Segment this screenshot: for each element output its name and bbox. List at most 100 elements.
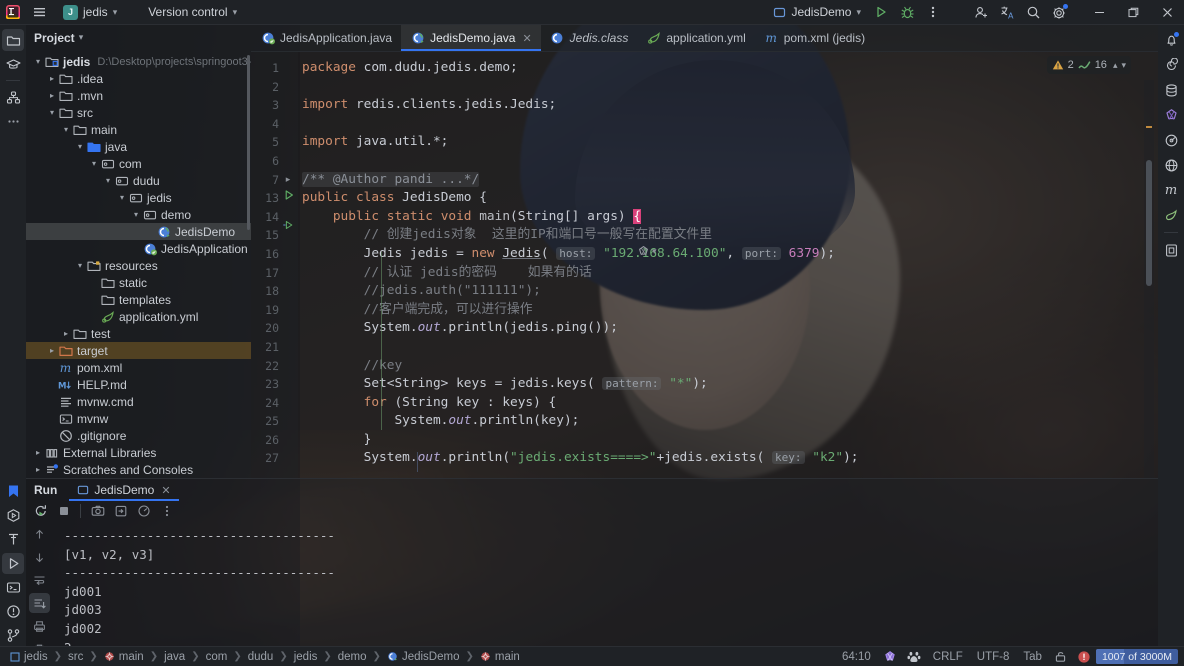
soft-wrap-button[interactable] <box>29 570 50 590</box>
baidu-icon[interactable] <box>902 648 926 666</box>
tree-node-application-yml[interactable]: application.yml <box>26 308 251 325</box>
tree-node-test[interactable]: ▸ test <box>26 325 251 342</box>
profiler-button[interactable] <box>133 501 154 521</box>
chevron-down-icon[interactable]: ▾ <box>130 210 142 219</box>
scroll-down-button[interactable] <box>29 547 50 567</box>
breadcrumb-item-main[interactable]: main <box>102 651 146 663</box>
run-button[interactable] <box>868 0 894 25</box>
project-selector[interactable]: J jedis ▾ <box>56 3 124 22</box>
close-button[interactable] <box>1150 0 1184 25</box>
editor-tab-pom-xml-jedis-[interactable]: m pom.xml (jedis) <box>755 25 874 51</box>
code-with-me-icon[interactable] <box>968 0 994 25</box>
code-line[interactable] <box>298 78 1158 97</box>
code-line[interactable]: System.out.println(key); <box>298 412 1158 431</box>
code-line[interactable] <box>298 152 1158 171</box>
line-separator[interactable]: CRLF <box>926 648 970 666</box>
tree-node--gitignore[interactable]: .gitignore <box>26 427 251 444</box>
chevron-right-icon[interactable]: ▸ <box>46 91 58 100</box>
structure-icon[interactable] <box>2 86 24 108</box>
print-button[interactable] <box>29 616 50 636</box>
tree-node-src[interactable]: ▾ src <box>26 104 251 121</box>
chevron-down-icon[interactable]: ▾ <box>46 108 58 117</box>
code-line[interactable]: import redis.clients.jedis.Jedis; <box>298 96 1158 115</box>
tree-node-com[interactable]: ▾ com <box>26 155 251 172</box>
tree-node-demo[interactable]: ▾ demo <box>26 206 251 223</box>
caret-position[interactable]: 64:10 <box>835 648 878 666</box>
breadcrumb-item-main[interactable]: main <box>478 651 522 663</box>
tree-node-jedisdemo[interactable]: JedisDemo <box>26 223 251 240</box>
chevron-right-icon[interactable]: ▸ <box>46 74 58 83</box>
code-line[interactable]: Jedis jedis = new Jedis( host: "192.168.… <box>298 245 1158 264</box>
file-encoding[interactable]: UTF-8 <box>970 648 1017 666</box>
tree-node-scratches-and-consoles[interactable]: ▸ Scratches and Consoles <box>26 461 251 478</box>
read-only-lock-icon[interactable] <box>1049 648 1072 666</box>
chevron-down-icon[interactable]: ▾ <box>32 57 44 66</box>
ai-assistant-icon[interactable] <box>1160 54 1182 76</box>
tree-node-dudu[interactable]: ▾ dudu <box>26 172 251 189</box>
tree-node-mvnw-cmd[interactable]: mvnw.cmd <box>26 393 251 410</box>
error-notification-icon[interactable] <box>1072 648 1096 666</box>
code-text[interactable]: package com.dudu.jedis.demo; import redi… <box>298 59 1158 478</box>
translate-icon[interactable]: A <box>994 0 1020 25</box>
rerun-button[interactable] <box>30 501 51 521</box>
version-control-branch-icon[interactable] <box>2 625 24 646</box>
error-stripe-marks[interactable] <box>1144 80 1154 478</box>
endpoints-icon[interactable] <box>1160 129 1182 151</box>
run-session-tab[interactable]: JedisDemo ✕ <box>69 479 179 501</box>
stop-button[interactable] <box>53 501 74 521</box>
wechat-icon[interactable] <box>878 648 902 666</box>
tree-node-jedisapplication[interactable]: JedisApplication <box>26 240 251 257</box>
code-line[interactable]: import java.util.*; <box>298 133 1158 152</box>
breadcrumb-item-com[interactable]: com <box>204 651 230 663</box>
project-tree-scrollbar[interactable] <box>247 55 250 230</box>
breadcrumb-item-java[interactable]: java <box>162 651 187 663</box>
tree-node-jedis[interactable]: ▾ jedis D:\Desktop\projects\springoot3-v <box>26 53 251 70</box>
more-tool-windows-icon[interactable] <box>2 110 24 132</box>
chevron-down-icon[interactable]: ▾ <box>60 125 72 134</box>
more-run-actions-icon[interactable] <box>156 501 177 521</box>
code-line[interactable]: package com.dudu.jedis.demo; <box>298 59 1158 78</box>
tree-node-help-md[interactable]: M HELP.md <box>26 376 251 393</box>
version-control-widget[interactable]: Version control ▾ <box>142 3 243 22</box>
code-line[interactable]: //jedis.auth("111111"); <box>298 282 1158 301</box>
plugin-icon[interactable] <box>1160 104 1182 126</box>
breadcrumb[interactable]: jedis ❯ src ❯ main ❯ java ❯ com ❯ dudu ❯ jedis ❯ demo ❯… <box>8 651 522 663</box>
screenshot-button[interactable] <box>87 501 108 521</box>
code-line[interactable]: /** @Author pandi ...*/ <box>298 171 1158 190</box>
more-actions-icon[interactable] <box>920 0 946 25</box>
maven-icon[interactable]: m <box>1160 179 1182 201</box>
tree-node-target[interactable]: ▸ target <box>26 342 251 359</box>
editor-scrollbar-thumb[interactable] <box>1146 160 1152 286</box>
chevron-right-icon[interactable]: ▸ <box>32 448 44 457</box>
indent-setting[interactable]: Tab <box>1016 648 1049 666</box>
maximize-button[interactable] <box>1116 0 1150 25</box>
code-line[interactable]: System.out.println("jedis.exists====>"+j… <box>298 449 1158 468</box>
code-line[interactable]: Set<String> keys = jedis.keys( pattern: … <box>298 375 1158 394</box>
tree-node-external-libraries[interactable]: ▸ External Libraries <box>26 444 251 461</box>
terminal-icon[interactable] <box>2 577 24 598</box>
scroll-to-end-button[interactable] <box>28 593 50 613</box>
code-line[interactable]: //客户端完成，可以进行操作 <box>298 301 1158 320</box>
console-output[interactable]: ------------------------------------ [v1,… <box>52 521 1158 659</box>
previous-problem-icon[interactable]: ▴ <box>1113 60 1118 71</box>
close-icon[interactable]: ✕ <box>161 484 170 497</box>
breadcrumb-item-src[interactable]: src <box>66 651 85 663</box>
inlay-run-widget[interactable]: ▾ <box>637 245 657 258</box>
tree-node-pom-xml[interactable]: m pom.xml <box>26 359 251 376</box>
editor-tab-jedisdemo-java[interactable]: JedisDemo.java ✕ <box>401 25 541 51</box>
chevron-down-icon[interactable]: ▾ <box>116 193 128 202</box>
code-line[interactable]: public class JedisDemo { <box>298 189 1158 208</box>
web-globe-icon[interactable] <box>1160 154 1182 176</box>
next-problem-icon[interactable]: ▾ <box>1121 60 1126 71</box>
inspection-widget[interactable]: 2 16 ▴ ▾ <box>1046 56 1131 74</box>
editor-gutter[interactable]: 1 2 3 4 5 6 7 13 14 15 16 17 18 19 20 21 22 23 24 25 26 27 ▸ <box>251 52 298 478</box>
chevron-down-icon[interactable]: ▾ <box>102 176 114 185</box>
spring-leaf-icon[interactable] <box>1160 204 1182 226</box>
tree-node-resources[interactable]: ▾ resources <box>26 257 251 274</box>
database-icon[interactable] <box>1160 79 1182 101</box>
chevron-down-icon[interactable]: ▾ <box>74 142 86 151</box>
chevron-down-icon[interactable]: ▾ <box>74 261 86 270</box>
bookmarks-icon[interactable] <box>2 481 24 502</box>
services-icon[interactable] <box>2 505 24 526</box>
code-line[interactable]: // 创建jedis对象 这里的IP和端口号一般写在配置文件里 <box>298 226 1158 245</box>
